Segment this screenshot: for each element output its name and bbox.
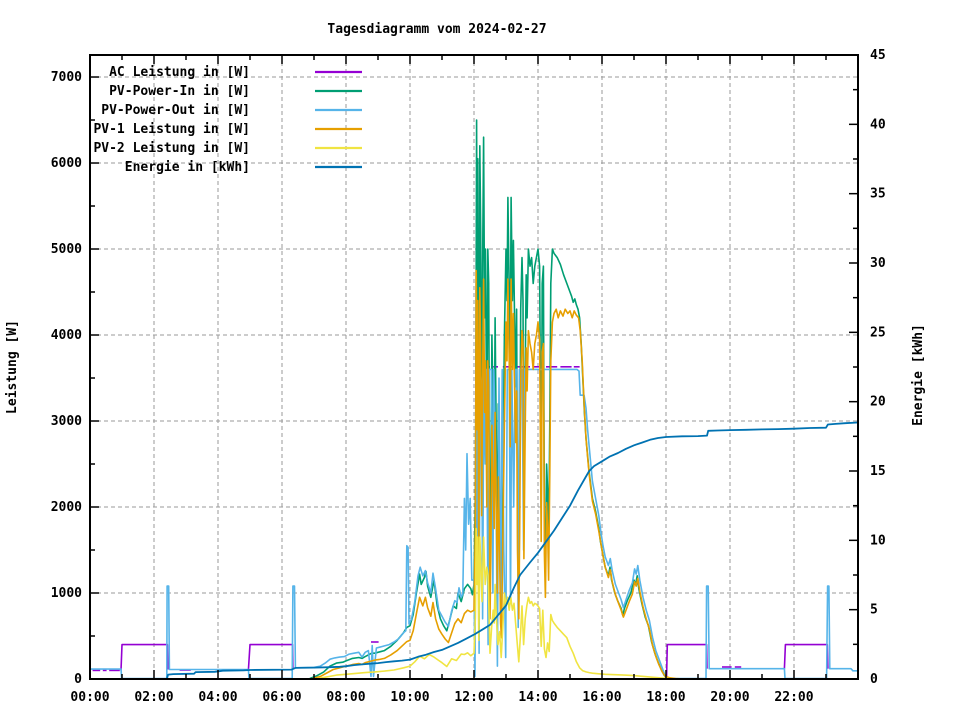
x-tick-label: 10:00: [390, 690, 429, 705]
y2-tick-label: 15: [870, 464, 886, 479]
series-line: [667, 645, 707, 677]
x-tick-label: 22:00: [774, 690, 813, 705]
series-line: [121, 645, 168, 671]
x-tick-label: 02:00: [134, 690, 173, 705]
series-0: [93, 367, 828, 677]
y2-tick-label: 20: [870, 395, 886, 410]
y2-tick-label: 10: [870, 533, 886, 548]
y-tick-label: 0: [74, 672, 82, 687]
tagesdiagramm-chart: Tagesdiagramm vom 2024-02-27 Leistung [W…: [0, 0, 960, 720]
x-tick-label: 18:00: [646, 690, 685, 705]
x-tick-label: 12:00: [454, 690, 493, 705]
y2-tick-label: 45: [870, 48, 886, 63]
y-tick-label: 4000: [51, 328, 82, 343]
y2-tick-label: 0: [870, 672, 878, 687]
x-tick-label: 14:00: [518, 690, 557, 705]
series-line: [784, 645, 828, 669]
chart-title: Tagesdiagramm vom 2024-02-27: [327, 22, 546, 37]
chart-canvas: Tagesdiagramm vom 2024-02-27 Leistung [W…: [0, 0, 960, 720]
legend-label: PV-Power-In in [W]: [109, 84, 250, 99]
x-tick-label: 08:00: [326, 690, 365, 705]
y2-tick-label: 5: [870, 603, 878, 618]
legend-label: PV-Power-Out in [W]: [101, 103, 250, 118]
y-tick-label: 3000: [51, 414, 82, 429]
legend-label: PV-2 Leistung in [W]: [93, 141, 250, 156]
y-tick-label: 6000: [51, 156, 82, 171]
legend-item: PV-1 Leistung in [W]: [93, 122, 362, 137]
x-tick-label: 16:00: [582, 690, 621, 705]
x-tick-label: 06:00: [262, 690, 301, 705]
x-tick-label: 20:00: [710, 690, 749, 705]
x-tick-label: 00:00: [70, 690, 109, 705]
legend-item: Energie in [kWh]: [125, 160, 362, 175]
legend-label: AC Leistung in [W]: [109, 65, 250, 80]
legend-item: PV-Power-Out in [W]: [101, 103, 362, 118]
series-line: [248, 645, 293, 670]
left-axis-title: Leistung [W]: [5, 320, 20, 414]
legend-label: Energie in [kWh]: [125, 160, 250, 175]
y-tick-label: 7000: [51, 70, 82, 85]
y2-tick-label: 40: [870, 117, 886, 132]
legend-label: PV-1 Leistung in [W]: [93, 122, 250, 137]
legend-item: PV-Power-In in [W]: [109, 84, 362, 99]
y-tick-label: 1000: [51, 586, 82, 601]
y2-tick-label: 30: [870, 256, 886, 271]
y2-tick-label: 35: [870, 187, 886, 202]
legend: AC Leistung in [W] PV-Power-In in [W] PV-P…: [93, 65, 362, 175]
legend-item: PV-2 Leistung in [W]: [93, 141, 362, 156]
legend-item: AC Leistung in [W]: [109, 65, 362, 80]
y-tick-label: 2000: [51, 500, 82, 515]
y-tick-label: 5000: [51, 242, 82, 257]
y2-tick-label: 25: [870, 325, 886, 340]
right-axis-title: Energie [kWh]: [911, 324, 926, 426]
x-tick-label: 04:00: [198, 690, 237, 705]
